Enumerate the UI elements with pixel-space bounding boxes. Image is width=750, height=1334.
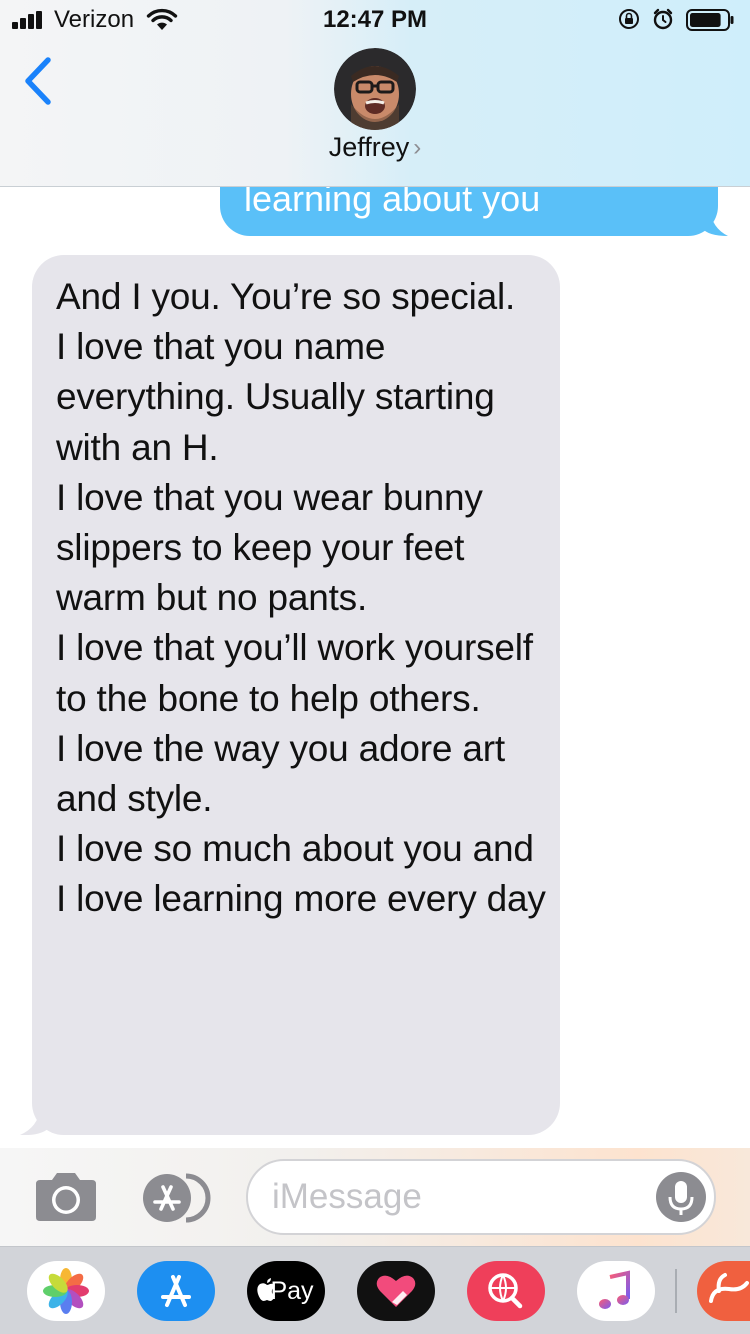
alarm-icon [653,8,673,30]
heart-icon [376,1275,416,1307]
message-thread[interactable]: learning about you And I you. You’re so … [0,186,750,1148]
bubble-tail [20,1109,50,1135]
digital-touch-app-button[interactable] [357,1261,435,1321]
app-store-app-button[interactable] [137,1261,215,1321]
more-app-button[interactable] [697,1261,750,1321]
globe-search-icon [488,1273,523,1309]
conversation-header: Verizon 12:47 PM Jeffrey › [0,0,750,187]
sent-message-bubble[interactable]: learning about you [220,186,728,236]
apple-pay-label: Pay [270,1277,314,1305]
dictation-button[interactable] [656,1172,706,1222]
photos-app-button[interactable] [27,1261,105,1321]
received-message-bubble[interactable]: And I you. You’re so special. I love tha… [20,255,560,1135]
apple-pay-app-button[interactable]: Pay [247,1261,325,1321]
music-app-button[interactable] [577,1261,655,1321]
received-message-text: And I you. You’re so special. I love tha… [56,276,546,920]
camera-icon [36,1173,96,1221]
chevron-right-icon: › [413,134,422,161]
web-search-app-button[interactable] [467,1261,545,1321]
imessage-app-drawer: Pay [0,1246,750,1334]
camera-button[interactable] [32,1172,100,1222]
messages-screen: Verizon 12:47 PM Jeffrey › learning abou… [0,0,750,1334]
music-note-icon [599,1270,630,1309]
status-bar: Verizon 12:47 PM [0,0,750,40]
apps-button[interactable] [140,1172,212,1224]
app-store-icon [143,1173,211,1223]
contact-avatar[interactable] [334,48,416,130]
compose-bar [0,1148,750,1246]
battery-icon [686,9,734,31]
chevron-left-icon [25,57,51,105]
orientation-lock-icon [619,9,639,29]
drawer-divider [675,1269,677,1313]
app-store-icon [161,1275,191,1307]
back-button[interactable] [18,54,62,108]
microphone-icon [656,1172,706,1222]
contact-name: Jeffrey [328,132,410,162]
bubble-tail [702,210,728,236]
message-input[interactable] [246,1159,716,1235]
sent-message-text: learning about you [244,186,541,219]
contact-name-button[interactable]: Jeffrey › [0,132,750,163]
photos-icon [43,1268,89,1314]
rabbit-icon [709,1273,749,1303]
